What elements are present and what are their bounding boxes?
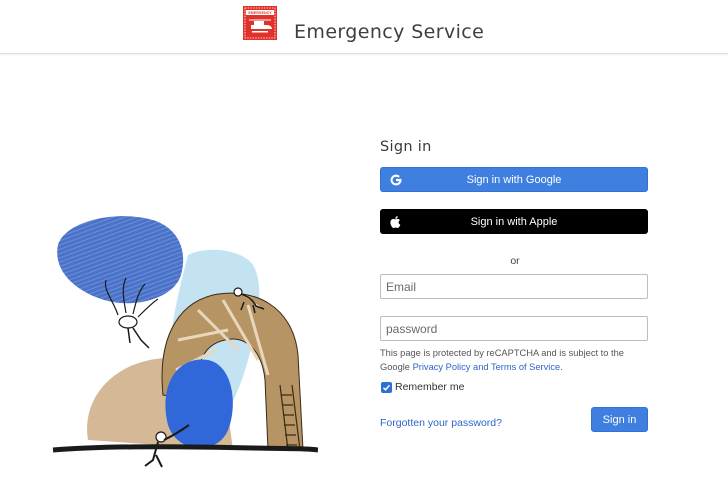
recaptcha-suffix: .: [560, 362, 563, 372]
or-divider: or: [510, 255, 520, 267]
checkmark-icon: [382, 384, 391, 391]
google-signin-button[interactable]: Sign in with Google: [380, 167, 648, 192]
apple-signin-label: Sign in with Apple: [470, 215, 558, 228]
recaptcha-and: and: [470, 362, 491, 372]
signin-heading: Sign in: [380, 139, 432, 155]
app-title: Emergency Service: [294, 21, 485, 43]
logo-text: EMERGENCY: [248, 11, 272, 15]
forgot-password-link[interactable]: Forgotten your password?: [380, 417, 502, 429]
remember-me-label: Remember me: [395, 381, 465, 393]
password-field[interactable]: [380, 316, 648, 341]
terms-of-service-link[interactable]: Terms of Service: [491, 362, 560, 372]
top-header: EMERGENCY Emergency Service: [0, 0, 728, 54]
signin-illustration: [52, 216, 318, 468]
google-signin-label: Sign in with Google: [466, 173, 562, 186]
google-g-icon: [390, 174, 402, 186]
remember-me-checkbox[interactable]: [381, 381, 392, 393]
emergency-logo-icon: EMERGENCY: [243, 6, 277, 40]
email-field[interactable]: [380, 274, 648, 299]
apple-signin-button[interactable]: Sign in with Apple: [380, 209, 648, 234]
recaptcha-notice: This page is protected by reCAPTCHA and …: [380, 346, 648, 374]
privacy-policy-link[interactable]: Privacy Policy: [413, 362, 471, 372]
remember-me-row[interactable]: Remember me: [381, 381, 464, 393]
apple-icon: [390, 216, 401, 229]
signin-submit-button[interactable]: Sign in: [591, 407, 648, 432]
